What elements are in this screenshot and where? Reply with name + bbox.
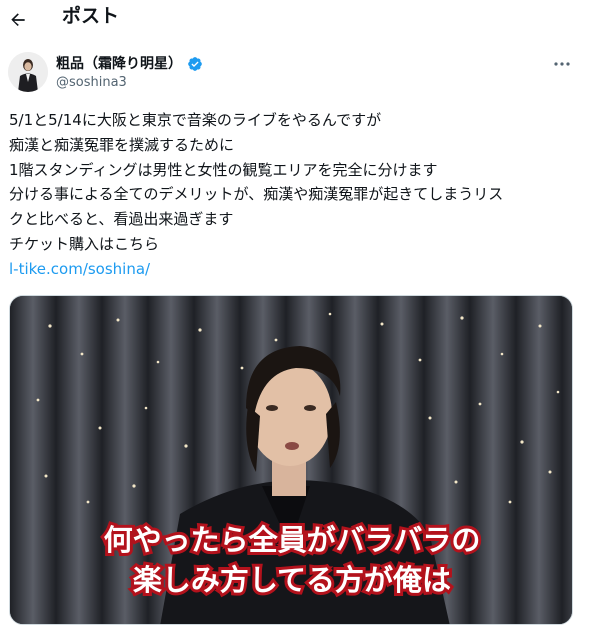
arrow-left-icon — [11, 13, 25, 26]
post-header: ポスト — [0, 0, 589, 36]
tweet-line: チケット購入はこちら — [9, 234, 160, 253]
video-caption-line: 楽しみ方してる方が俺は — [130, 560, 454, 600]
author-name-row: 粗品（霜降り明星） — [56, 54, 203, 74]
ticket-link[interactable]: l-tike.com/soshina/ — [9, 257, 584, 282]
avatar[interactable] — [8, 52, 48, 92]
tweet-line: 1階スタンディングは男性と女性の観覧エリアを完全に分けます — [9, 160, 438, 179]
back-button[interactable] — [6, 4, 30, 28]
tweet-text: 5/1と5/14に大阪と東京で音楽のライブをやるんですが 痴漢と痴漢冤罪を撲滅す… — [9, 108, 584, 282]
video-caption-line: 何やったら全員がバラバラの — [101, 520, 484, 560]
ellipsis-icon — [554, 62, 570, 66]
display-name[interactable]: 粗品（霜降り明星） — [56, 54, 182, 74]
author-handle[interactable]: @soshina3 — [56, 74, 127, 92]
tweet-line: 5/1と5/14に大阪と東京で音楽のライブをやるんですが — [9, 111, 382, 129]
avatar-image — [8, 52, 48, 92]
verified-badge-icon — [188, 57, 202, 71]
video-thumbnail[interactable]: 何やったら全員がバラバラの 楽しみ方してる方が俺は — [9, 295, 573, 625]
page-title: ポスト — [62, 5, 120, 27]
tweet-line: 分ける事による全てのデメリットが、痴漢や痴漢冤罪が起きてしまうリス — [9, 185, 504, 204]
tweet-line: 痴漢と痴漢冤罪を撲滅するために — [9, 135, 235, 154]
more-options-button[interactable] — [552, 56, 572, 72]
tweet-line: クと比べると、看過出来過ぎます — [9, 210, 234, 229]
